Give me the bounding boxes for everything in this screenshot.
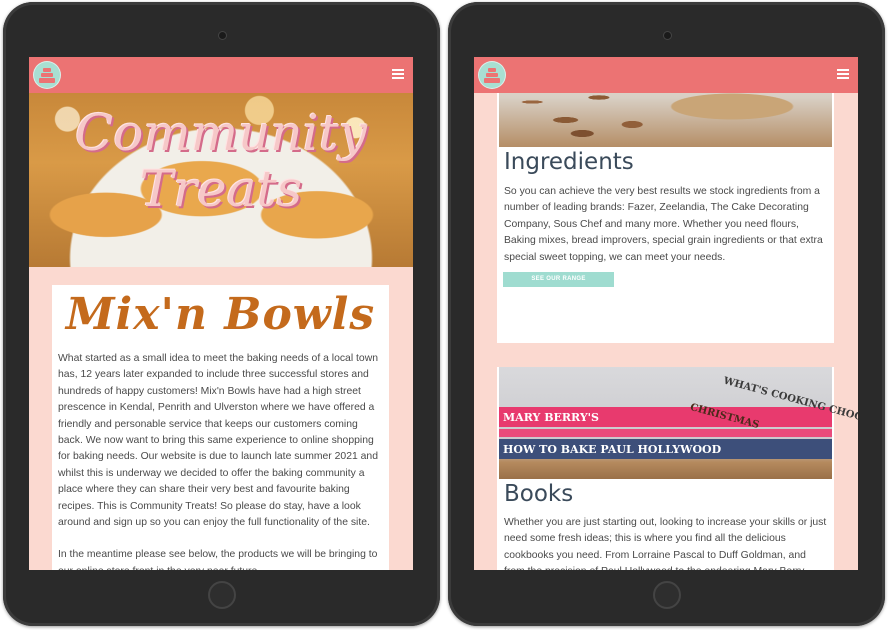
hero-title-line1: Community xyxy=(75,104,367,162)
home-button[interactable] xyxy=(207,581,236,609)
book-spine-label: CHRISTMAS xyxy=(688,401,761,432)
see-our-range-button[interactable]: SEE OUR RANGE xyxy=(503,272,614,287)
tablet-frame-left: Community Treats Mix'n Bowls What starte… xyxy=(3,2,440,626)
navbar xyxy=(474,57,858,93)
about-card: Mix'n Bowls What started as a small idea… xyxy=(52,285,389,570)
cake-logo-icon[interactable] xyxy=(479,62,505,88)
about-body: What started as a small idea to meet the… xyxy=(58,351,384,570)
books-image: MARY BERRY'S HOW TO BAKE PAUL HOLLYWOOD … xyxy=(499,367,858,479)
book-spine-label: MARY BERRY'S xyxy=(503,411,599,424)
hamburger-icon[interactable] xyxy=(392,69,404,79)
ingredients-title: Ingredients xyxy=(504,149,634,175)
books-body: Whether you are just starting out, looki… xyxy=(504,517,827,570)
hero-banner: Community Treats xyxy=(29,93,413,267)
ingredients-body: So you can achieve the very best results… xyxy=(504,186,823,263)
book-spine-label: HOW TO BAKE PAUL HOLLYWOOD xyxy=(503,443,722,456)
screen-left: Community Treats Mix'n Bowls What starte… xyxy=(29,57,413,570)
camera-icon xyxy=(663,32,671,39)
about-paragraph-1: What started as a small idea to meet the… xyxy=(58,353,378,529)
navbar xyxy=(29,57,413,93)
books-card: MARY BERRY'S HOW TO BAKE PAUL HOLLYWOOD … xyxy=(497,367,858,570)
home-button[interactable] xyxy=(652,581,681,609)
hero-title-line2: Treats xyxy=(139,160,303,218)
about-paragraph-2: In the meantime please see below, the pr… xyxy=(58,549,378,570)
ingredients-card: Ingredients So you can achieve the very … xyxy=(497,57,834,343)
cake-logo-icon[interactable] xyxy=(34,62,60,88)
camera-icon xyxy=(218,32,226,39)
books-title: Books xyxy=(504,481,574,507)
hamburger-icon[interactable] xyxy=(837,69,849,79)
about-title: Mix'n Bowls xyxy=(65,289,376,340)
tablet-frame-right: Ingredients So you can achieve the very … xyxy=(448,2,885,626)
screen-right: Ingredients So you can achieve the very … xyxy=(474,57,858,570)
